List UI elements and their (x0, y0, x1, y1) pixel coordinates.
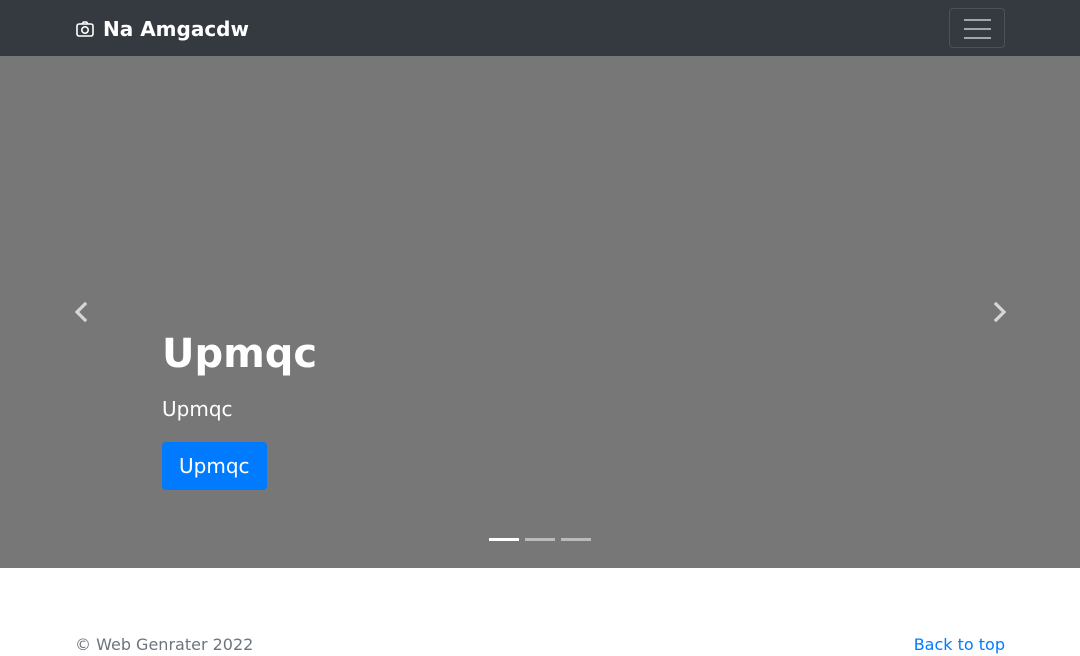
footer: © Web Genrater 2022 Back to top (0, 568, 1080, 656)
carousel-next-button[interactable] (987, 300, 1011, 324)
chevron-left-icon (74, 301, 88, 323)
camera-icon (76, 21, 94, 37)
brand-link[interactable]: Na Amgacdw (75, 15, 249, 43)
slide-cta-button[interactable]: Upmqc (162, 442, 267, 490)
copyright-text: © Web Genrater 2022 (75, 635, 254, 654)
navbar: Na Amgacdw (0, 0, 1080, 56)
slide-heading: Upmqc (162, 331, 318, 377)
back-to-top-link[interactable]: Back to top (914, 634, 1005, 656)
navbar-toggle-button[interactable] (949, 8, 1005, 48)
carousel-indicators (489, 538, 597, 542)
carousel-indicator-2[interactable] (525, 538, 555, 541)
hero-carousel: Upmqc Upmqc Upmqc (0, 56, 1080, 568)
carousel-indicator-1[interactable] (489, 538, 519, 541)
slide-subtext: Upmqc (162, 397, 233, 421)
carousel-prev-button[interactable] (70, 300, 94, 324)
carousel-caption: Upmqc Upmqc Upmqc (162, 332, 317, 490)
carousel-indicator-3[interactable] (561, 538, 591, 541)
chevron-right-icon (993, 301, 1007, 323)
brand-title: Na Amgacdw (103, 17, 249, 41)
